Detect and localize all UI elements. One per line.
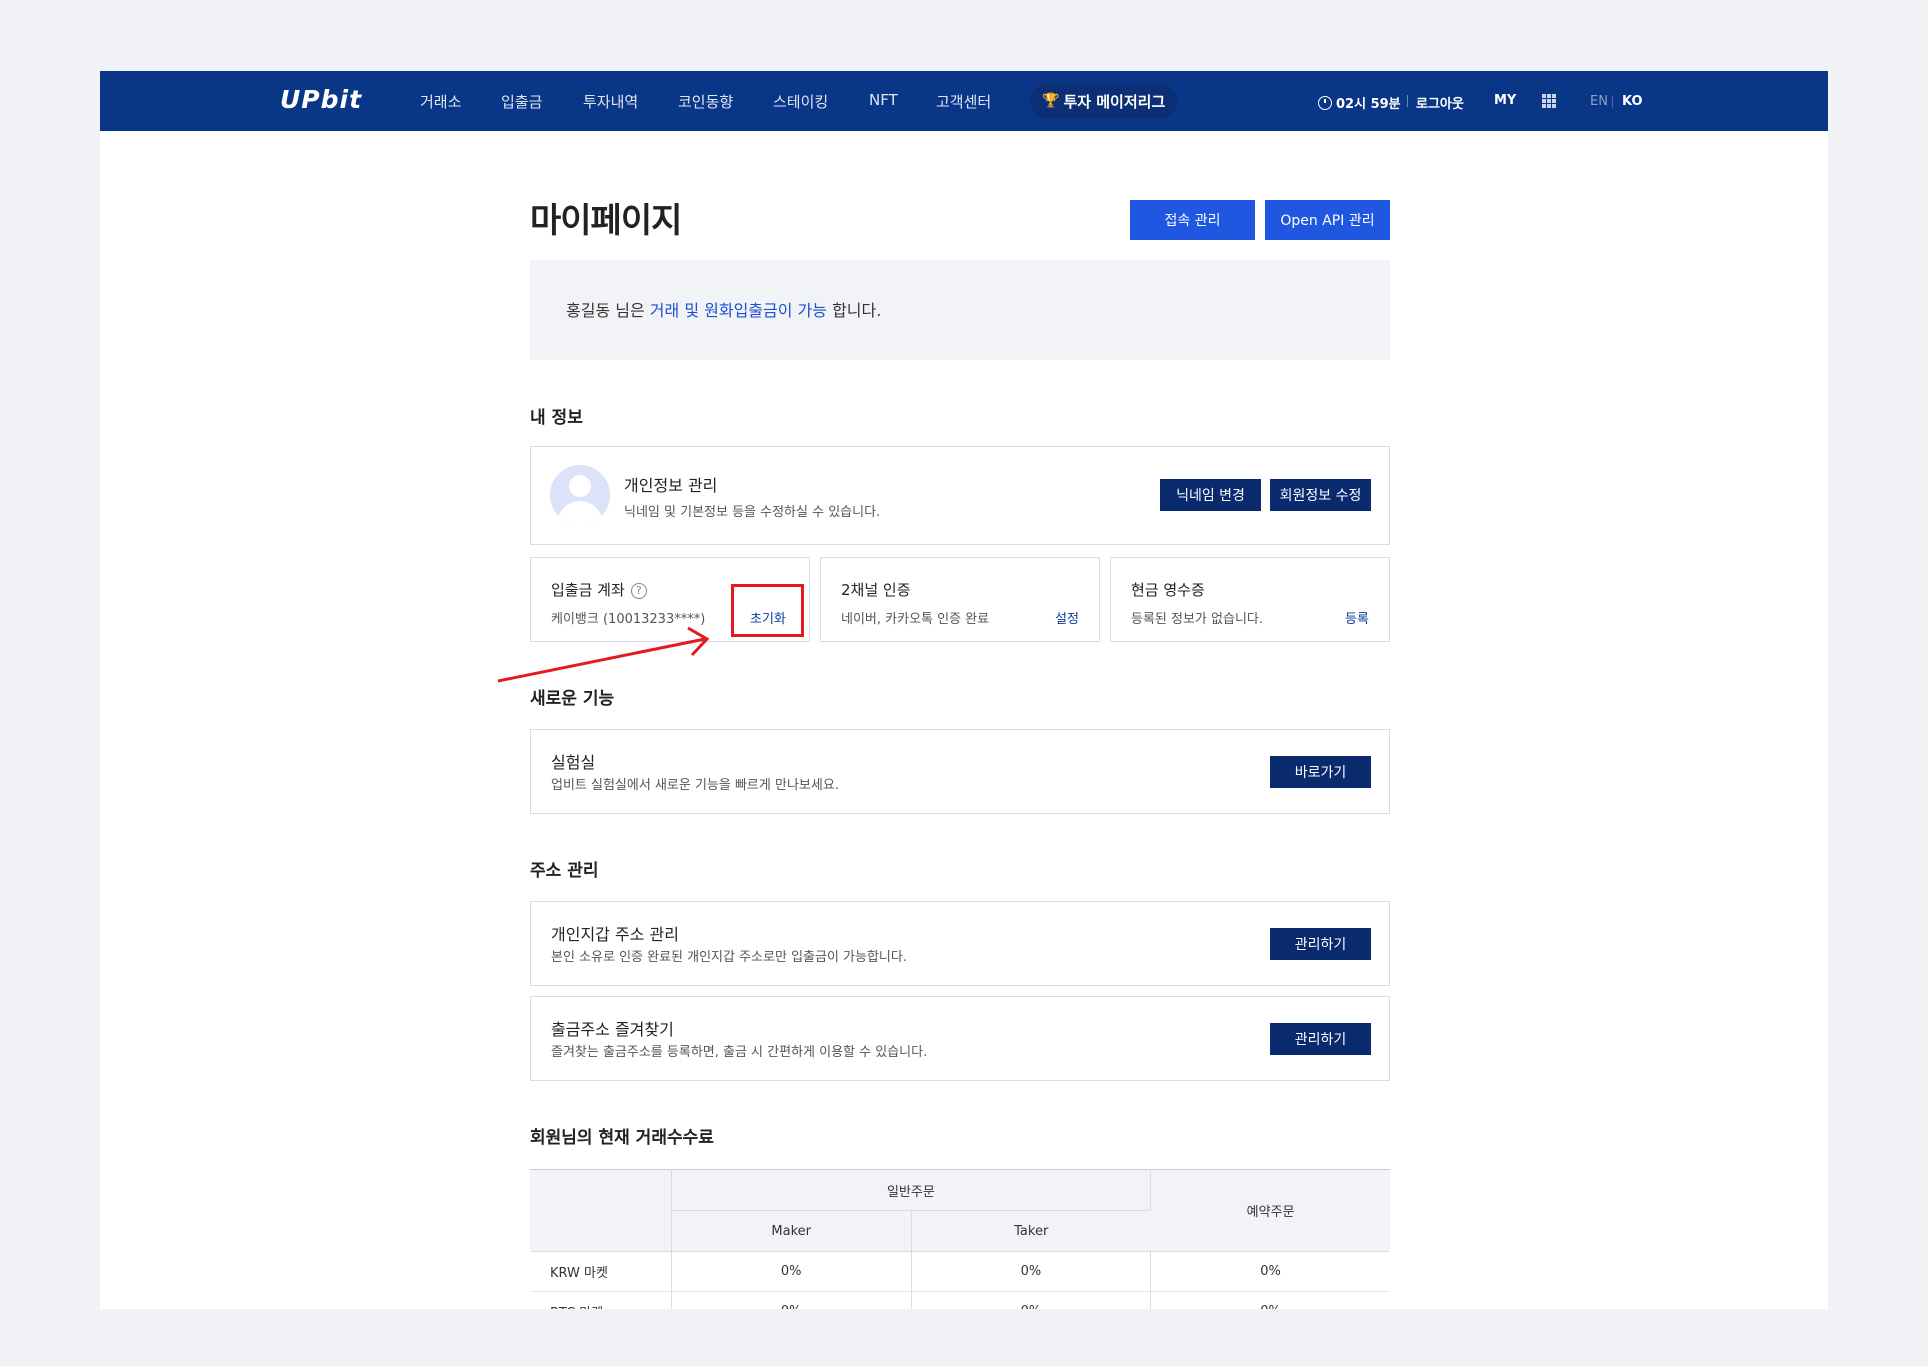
fee-taker: 0% (911, 1291, 1152, 1309)
table-row: BTC 마켓 0% 0% 0% (530, 1291, 1390, 1309)
wallet-manage-button[interactable]: 관리하기 (1270, 928, 1371, 960)
withdraw-favorites-card: 출금주소 즐겨찾기 즐겨찾는 출금주소를 등록하면, 출금 시 간편하게 이용할… (530, 996, 1390, 1081)
table-row: KRW 마켓 0% 0% 0% (530, 1251, 1390, 1292)
wallet-address-card: 개인지갑 주소 관리 본인 소유로 인증 완료된 개인지갑 주소로만 입출금이 … (530, 901, 1390, 986)
fee-reserved: 0% (1150, 1291, 1390, 1309)
fee-header-blank (530, 1169, 672, 1252)
fee-maker: 0% (671, 1291, 912, 1309)
fee-market: KRW 마켓 (530, 1251, 672, 1292)
wallet-title: 개인지갑 주소 관리 (551, 925, 679, 944)
fee-reserved: 0% (1150, 1251, 1390, 1292)
lab-title: 실험실 (551, 753, 596, 772)
browser-page: UPbit 거래소 입출금 투자내역 코인동향 스테이킹 NFT 고객센터 🏆 … (100, 71, 1828, 1309)
fee-header-maker: Maker (671, 1210, 912, 1252)
fee-table: 일반주문 예약주문 Maker Taker KRW 마켓 0% 0% 0% BT… (530, 1169, 1390, 1309)
fees-heading: 회원님의 현재 거래수수료 (530, 1128, 714, 1148)
wallet-subtitle: 본인 소유로 인증 완료된 개인지갑 주소로만 입출금이 가능합니다. (551, 950, 907, 965)
new-features-heading: 새로운 기능 (530, 689, 615, 709)
favorites-manage-button[interactable]: 관리하기 (1270, 1023, 1371, 1055)
lab-go-button[interactable]: 바로가기 (1270, 756, 1371, 788)
lab-subtitle: 업비트 실험실에서 새로운 기능을 빠르게 만나보세요. (551, 778, 839, 793)
favorites-subtitle: 즐겨찾는 출금주소를 등록하면, 출금 시 간편하게 이용할 수 있습니다. (551, 1045, 928, 1060)
fee-market: BTC 마켓 (530, 1291, 672, 1309)
fee-taker: 0% (911, 1251, 1152, 1292)
lab-card: 실험실 업비트 실험실에서 새로운 기능을 빠르게 만나보세요. 바로가기 (530, 729, 1390, 814)
fee-header-general: 일반주문 (671, 1169, 1152, 1211)
fee-header-reserved: 예약주문 (1150, 1169, 1390, 1252)
address-heading: 주소 관리 (530, 861, 599, 881)
fee-maker: 0% (671, 1251, 912, 1292)
favorites-title: 출금주소 즐겨찾기 (551, 1020, 674, 1039)
fee-header-taker: Taker (911, 1210, 1151, 1252)
annotation-arrow-icon (497, 626, 710, 683)
